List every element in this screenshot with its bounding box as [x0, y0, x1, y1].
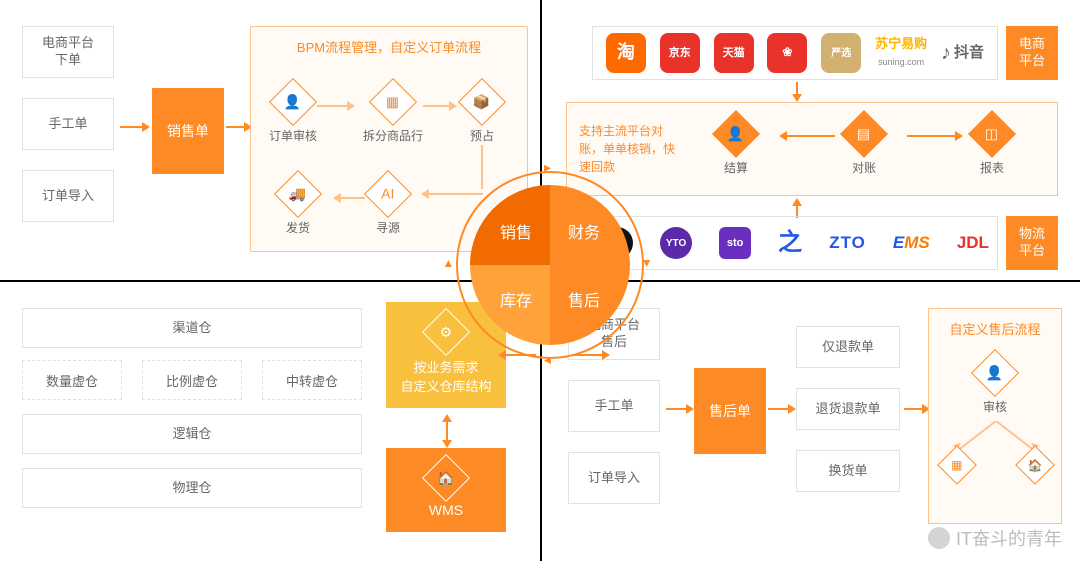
box-import-order: 订单导入 — [22, 170, 114, 222]
step-split: ▦ 拆分商品行 — [363, 85, 423, 144]
brand-taobao: 淘 — [606, 33, 646, 73]
brand-sto: sto — [719, 227, 751, 259]
side-logi-platforms: 物流 平台 — [1006, 216, 1058, 270]
wh-qty: 数量虚仓 — [22, 360, 122, 400]
as-input-import: 订单导入 — [568, 452, 660, 504]
bpm-title: BPM流程管理，自定义订单流程 — [251, 37, 527, 56]
brand-tmall: 天猫 — [714, 33, 754, 73]
brand-jdl: JDL — [957, 232, 989, 254]
arrow-ecom-down — [792, 82, 802, 102]
brand-ems: EMS — [893, 232, 930, 254]
recon-note: 支持主流平台对账，单单核销，快速回款 — [567, 122, 689, 176]
quadrant-aftersales: 电商平台 售后 手工单 订单导入 售后单 仅退款单 退货退款单 换货单 自定义售… — [558, 296, 1070, 546]
as-flow-panel: 自定义售后流程 👤 审核 ▦ 🏠 — [928, 308, 1062, 524]
quadrant-inventory: 渠道仓 数量虚仓 比例虚仓 中转虚仓 逻辑仓 物理仓 ⚙ 按业务需求 自定义仓库… — [12, 296, 532, 546]
as-type-exchange: 换货单 — [796, 450, 900, 492]
ecom-row: 淘 京东 天猫 ❀ 严选 苏宁易购 suning.com ♪抖音 — [592, 26, 998, 80]
node-recon: ▤ 对账 — [847, 117, 881, 176]
box-manual-order: 手工单 — [22, 98, 114, 150]
as-flow-title: 自定义售后流程 — [949, 319, 1040, 338]
brand-yanxuan: 严选 — [821, 33, 861, 73]
as-node-audit: 👤 审核 — [978, 356, 1012, 415]
recon-panel: 支持主流平台对账，单单核销，快速回款 👤 结算 ▤ 对账 ◫ 报表 — [566, 102, 1058, 196]
as-type-returnrefund: 退货退款单 — [796, 388, 900, 430]
wh-logic: 逻辑仓 — [22, 414, 362, 454]
wh-transit: 中转虚仓 — [262, 360, 362, 400]
arrow-to-bpm — [226, 122, 252, 132]
brand-yto: YTO — [660, 227, 692, 259]
center-circle: 销售 财务 库存 售后 ▸ ▸ ▸ ▸ — [470, 185, 630, 345]
wh-channel: 渠道仓 — [22, 308, 362, 348]
as-arrow-to-flow — [904, 404, 930, 414]
bpm-arrow-1 — [317, 101, 355, 111]
brand-suning: 苏宁易购 suning.com — [875, 36, 927, 70]
wh-bidir-arrow — [442, 414, 452, 448]
as-arrow-to-types — [768, 404, 796, 414]
brand-douyin: ♪抖音 — [941, 40, 984, 66]
brand-pdd: ❀ — [767, 33, 807, 73]
step-ship: 🚚 发货 — [281, 177, 315, 236]
quadrant-sales: 电商平台 下单 手工单 订单导入 销售单 BPM流程管理，自定义订单流程 👤 订… — [12, 18, 532, 268]
as-input-manual: 手工单 — [568, 380, 660, 432]
bpm-arrow-4 — [333, 193, 365, 203]
as-hub: 售后单 — [694, 368, 766, 454]
arrow-to-hub — [120, 122, 150, 132]
side-ecom-platforms: 电商 平台 — [1006, 26, 1058, 80]
wms-box: 🏠 WMS — [386, 448, 506, 532]
as-arrow-to-hub — [666, 404, 694, 414]
brand-alipay: 之 — [778, 227, 802, 258]
watermark: IT奋斗的青年 — [928, 525, 1062, 551]
box-ecom-order: 电商平台 下单 — [22, 26, 114, 78]
bpm-arrow-2 — [423, 101, 457, 111]
bpm-arrow-3 — [421, 189, 483, 199]
step-audit: 👤 订单审核 — [269, 85, 317, 144]
arrow-logi-up — [792, 198, 802, 218]
step-source: AI 寻源 — [371, 177, 405, 236]
bpm-link — [481, 145, 483, 189]
wh-ratio: 比例虚仓 — [142, 360, 242, 400]
recon-arrow-1 — [779, 131, 835, 141]
step-reserve: 📦 预占 — [465, 85, 499, 144]
hub-sales: 销售单 — [152, 88, 224, 174]
wh-phys: 物理仓 — [22, 468, 362, 508]
as-type-refund: 仅退款单 — [796, 326, 900, 368]
node-report: ◫ 报表 — [975, 117, 1009, 176]
node-settle: 👤 结算 — [719, 117, 753, 176]
recon-arrow-2 — [907, 131, 963, 141]
brand-jd: 京东 — [660, 33, 700, 73]
brand-zto: ZTO — [829, 232, 866, 254]
